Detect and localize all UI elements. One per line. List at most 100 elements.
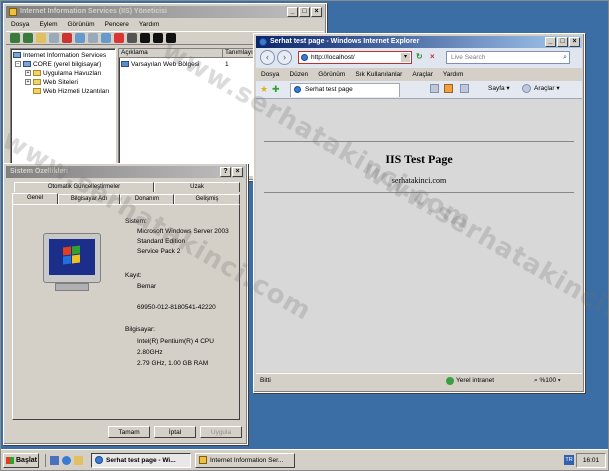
tree-item-app-pools[interactable]: + Uygulama Havuzları xyxy=(25,69,102,78)
system-label: Sistem: xyxy=(125,218,147,225)
feeds-icon[interactable] xyxy=(444,84,453,93)
maximize-button[interactable]: □ xyxy=(557,37,568,47)
show-desktop-icon[interactable] xyxy=(50,456,59,465)
menu-dosya[interactable]: Dosya xyxy=(6,19,34,30)
tree-view-icon[interactable] xyxy=(49,33,59,43)
pause-icon[interactable] xyxy=(166,33,176,43)
tools-menu-label: Araçlar xyxy=(534,85,555,92)
print-icon[interactable] xyxy=(460,84,469,93)
zoom-level: %100 xyxy=(539,377,557,384)
page-menu-button[interactable]: Sayfa ▾ xyxy=(488,84,510,94)
iis-tree-pane: Internet Information Services − CORE (yer… xyxy=(10,48,116,176)
menu-pencere[interactable]: Pencere xyxy=(100,19,134,30)
computer-label: Bilgisayar: xyxy=(125,326,155,333)
tab-remote[interactable]: Uzak xyxy=(154,182,240,192)
close-button[interactable]: × xyxy=(232,167,243,177)
collapse-icon[interactable]: − xyxy=(15,61,21,68)
menu-yardim[interactable]: Yardım xyxy=(134,19,164,30)
expand-icon[interactable]: + xyxy=(25,79,31,86)
delete-icon[interactable] xyxy=(62,33,72,43)
sysprop-titlebar[interactable]: Sistem Özellikleri ? × xyxy=(6,166,245,178)
ie-titlebar[interactable]: Serhat test page - Windows Internet Expl… xyxy=(256,36,582,48)
menu-dosya[interactable]: Dosya xyxy=(256,69,284,80)
zoom-level-button[interactable]: ⌕ %100 ▾ xyxy=(534,374,561,388)
refresh-icon[interactable] xyxy=(88,33,98,43)
tab-computer-name[interactable]: Bilgisayar Adı xyxy=(58,194,120,204)
sysprop-title: Sistem Özellikleri xyxy=(10,168,68,175)
iis-app-icon xyxy=(9,8,17,16)
tree-item-web-sites[interactable]: + Web Siteleri xyxy=(25,78,78,87)
ie-window: Serhat test page - Windows Internet Expl… xyxy=(253,33,585,393)
properties-icon[interactable] xyxy=(75,33,85,43)
address-input[interactable]: http://localhost/ xyxy=(311,53,355,62)
column-header-description[interactable]: Açıklama xyxy=(119,49,223,58)
tab-automatic-updates[interactable]: Otomatik Güncelleştirmeler xyxy=(14,182,154,192)
cancel-button[interactable]: İptal xyxy=(154,426,196,438)
search-icon[interactable]: ⌕ xyxy=(563,52,567,63)
tree-item-core[interactable]: − CORE (yerel bilgisayar) xyxy=(15,60,101,69)
menu-duzen[interactable]: Düzen xyxy=(284,69,313,80)
help-icon[interactable] xyxy=(114,33,124,43)
ie-tab-row: ★ ✚ Serhat test page Sayfa ▾ Araçlar ▾ xyxy=(256,81,582,99)
monitor-icon xyxy=(43,233,101,283)
stop-icon[interactable]: × xyxy=(430,52,440,62)
export-icon[interactable] xyxy=(101,33,111,43)
close-button[interactable]: × xyxy=(569,37,580,47)
search-box[interactable]: Live Search ⌕ xyxy=(446,51,570,64)
tools-menu-button[interactable]: Araçlar ▾ xyxy=(534,84,560,94)
tree-root[interactable]: Internet Information Services xyxy=(13,51,106,60)
tools-gear-icon xyxy=(522,84,531,93)
status-text: Bitti xyxy=(260,377,271,384)
stop-icon[interactable] xyxy=(153,33,163,43)
play-icon[interactable] xyxy=(140,33,150,43)
minimize-button[interactable]: _ xyxy=(287,7,298,17)
intranet-zone-icon xyxy=(446,377,454,385)
menu-gorunum[interactable]: Görünüm xyxy=(313,69,350,80)
tree-item-web-extensions[interactable]: Web Hizmeti Uzantıları xyxy=(33,87,109,96)
language-indicator[interactable]: TR xyxy=(564,455,574,465)
close-button[interactable]: × xyxy=(311,7,322,17)
ok-button[interactable]: Tamam xyxy=(108,426,150,438)
add-favorites-icon[interactable]: ✚ xyxy=(272,83,280,95)
tab-hardware[interactable]: Donanım xyxy=(120,194,174,204)
address-dropdown-icon[interactable]: ▾ xyxy=(401,53,410,62)
home-icon[interactable] xyxy=(430,84,439,93)
tab-serhat-test-page[interactable]: Serhat test page xyxy=(290,83,400,97)
expand-icon[interactable]: + xyxy=(25,70,31,77)
iis-icon xyxy=(13,52,21,59)
tab-advanced[interactable]: Gelişmiş xyxy=(174,194,240,204)
help-button[interactable]: ? xyxy=(220,167,231,177)
taskbar-item-iis[interactable]: Internet Information Ser... xyxy=(195,453,295,468)
minimize-button[interactable]: _ xyxy=(545,37,556,47)
back-arrow-icon[interactable] xyxy=(10,33,20,43)
taskbar: Başlat Serhat test page - Wi... Internet… xyxy=(1,449,608,470)
iis-titlebar[interactable]: Internet Information Services (IIS) Yöne… xyxy=(6,6,324,18)
registered-label: Kayıt: xyxy=(125,272,142,279)
start-button[interactable]: Başlat xyxy=(3,453,39,468)
taskbar-item-ie[interactable]: Serhat test page - Wi... xyxy=(91,453,191,468)
menu-sik-kullanilanlar[interactable]: Sık Kullanılanlar xyxy=(350,69,407,80)
computer-icon[interactable] xyxy=(127,33,137,43)
list-item[interactable]: Varsayılan Web Bölgesi xyxy=(121,60,199,69)
maximize-button[interactable]: □ xyxy=(299,7,310,17)
back-button[interactable]: ‹ xyxy=(260,50,275,65)
menu-eylem[interactable]: Eylem xyxy=(34,19,62,30)
tab-general[interactable]: Genel xyxy=(12,193,58,204)
ie-quicklaunch-icon[interactable] xyxy=(62,456,71,465)
explorer-quicklaunch-icon[interactable] xyxy=(74,456,83,465)
refresh-icon[interactable]: ↻ xyxy=(416,52,426,62)
menu-gorunum[interactable]: Görünüm xyxy=(63,19,100,30)
favorites-star-icon[interactable]: ★ xyxy=(260,83,268,95)
page-subtitle: serhatakinci.com xyxy=(391,176,447,185)
tab-panel-general: Sistem: Microsoft Windows Server 2003 St… xyxy=(12,204,240,420)
apply-button[interactable]: Uygula xyxy=(200,426,242,438)
clock[interactable]: 16:01 xyxy=(576,453,606,468)
menu-yardim[interactable]: Yardım xyxy=(438,69,468,80)
up-folder-icon[interactable] xyxy=(36,33,46,43)
taskbar-item-label: Internet Information Ser... xyxy=(210,457,284,464)
menu-araclar[interactable]: Araçlar xyxy=(407,69,438,80)
address-bar-highlight: http://localhost/ ▾ xyxy=(298,51,412,64)
forward-arrow-icon[interactable] xyxy=(23,33,33,43)
search-input[interactable]: Live Search xyxy=(451,53,485,62)
forward-button[interactable]: › xyxy=(277,50,292,65)
